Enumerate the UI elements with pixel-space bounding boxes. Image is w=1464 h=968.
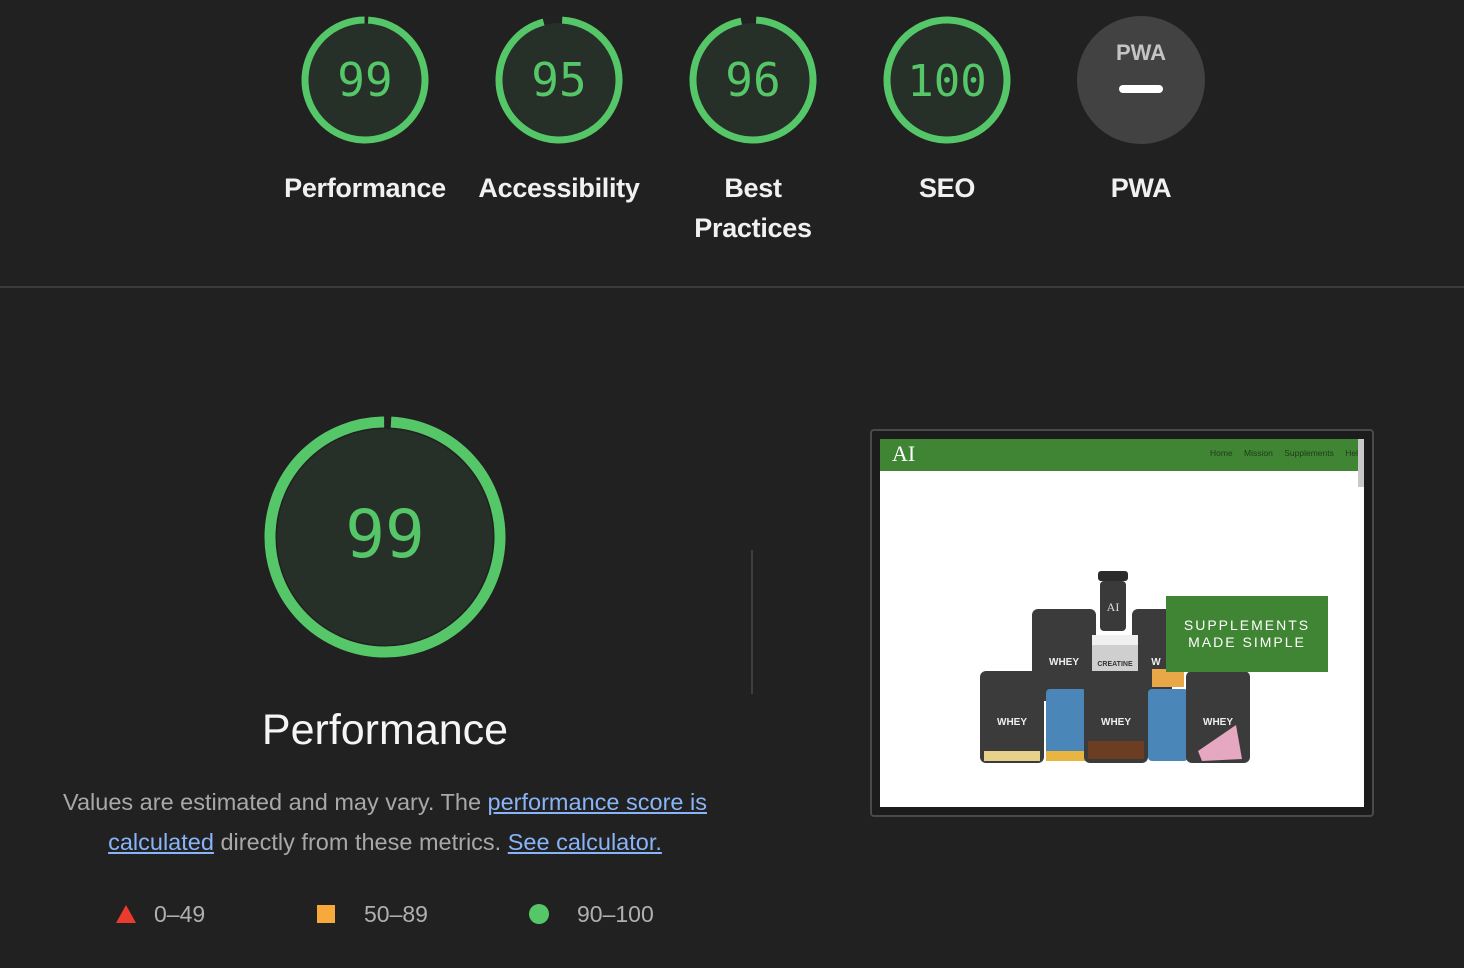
site-navbar: AI Home Mission Supplements Hel (880, 439, 1364, 471)
seo-label: SEO (918, 173, 976, 203)
see-calculator-link[interactable]: See calculator. (508, 829, 662, 855)
product-label-6: WHEY (1203, 717, 1233, 728)
site-logo: AI (892, 441, 916, 466)
gauge-performance[interactable]: 99 Performance (275, 14, 455, 208)
section-divider (0, 286, 1464, 288)
site-nav-mission: Mission (1244, 448, 1273, 458)
pwa-badge-icon: PWA (1077, 16, 1205, 144)
product-label-2: CREATINE (1097, 661, 1133, 668)
legend-pass: 90–100 (529, 896, 654, 932)
pwa-badge-text: PWA (1116, 40, 1166, 65)
site-hero-banner: SUPPLEMENTS MADE SIMPLE (1166, 596, 1328, 672)
seo-score: 100 (907, 56, 986, 107)
site-nav-links: Home Mission Supplements Hel (1201, 448, 1358, 458)
legend-pass-label: 90–100 (577, 900, 654, 927)
site-nav-supplements: Supplements (1284, 448, 1334, 458)
legend-average-label: 50–89 (364, 900, 428, 927)
performance-detail-title: Performance (261, 706, 509, 754)
final-screenshot[interactable]: AI Home Mission Supplements Hel AI WHEY … (870, 429, 1374, 817)
performance-score: 99 (337, 53, 392, 107)
product-label-4: WHEY (997, 717, 1027, 728)
gauge-pwa[interactable]: PWA PWA (1051, 14, 1231, 208)
category-gauges: 99 Performance 95 Accessibility 96 Best … (0, 0, 1464, 286)
performance-gauge-ring: 99 (301, 16, 429, 144)
best-practices-label: Best Practices (694, 173, 812, 243)
svg-text:AI: AI (1107, 600, 1120, 614)
accessibility-label: Accessibility (478, 173, 640, 203)
product-label-5: WHEY (1101, 717, 1131, 728)
score-legend: 0–49 50–89 90–100 (0, 896, 760, 936)
legend-fail: 0–49 (116, 896, 205, 932)
gauge-accessibility[interactable]: 95 Accessibility (469, 14, 649, 208)
seo-gauge-ring: 100 (883, 16, 1011, 144)
performance-detail-gauge: 99 (262, 414, 508, 665)
triangle-icon (116, 905, 136, 923)
screenshot-viewport: AI Home Mission Supplements Hel AI WHEY … (880, 439, 1364, 807)
site-nav-help: Hel (1345, 448, 1358, 458)
description-prefix: Values are estimated and may vary. The (63, 789, 488, 815)
gauge-best-practices[interactable]: 96 Best Practices (663, 14, 843, 248)
banner-line-1: SUPPLEMENTS (1183, 617, 1311, 633)
banner-line-2: MADE SIMPLE (1188, 634, 1306, 650)
performance-label: Performance (284, 173, 446, 203)
legend-fail-label: 0–49 (154, 900, 206, 927)
vertical-divider (751, 550, 753, 694)
best-practices-score: 96 (725, 53, 780, 107)
pwa-label: PWA (1110, 173, 1172, 203)
accessibility-gauge-ring: 95 (495, 16, 623, 144)
product-label-3: W (1151, 657, 1161, 668)
best-practices-gauge-ring: 96 (689, 16, 817, 144)
description-middle: directly from these metrics. (213, 829, 508, 855)
performance-detail-ring: 99 (264, 416, 506, 658)
screenshot-scrollbar (1358, 439, 1364, 487)
accessibility-score: 95 (531, 53, 586, 107)
square-icon (317, 905, 335, 923)
site-nav-home: Home (1209, 448, 1233, 458)
circle-icon (529, 904, 549, 924)
performance-detail-score: 99 (345, 496, 424, 573)
product-label-1: WHEY (1049, 657, 1079, 668)
performance-description: Values are estimated and may vary. The p… (40, 782, 730, 862)
gauge-seo[interactable]: 100 SEO (857, 14, 1037, 208)
legend-average: 50–89 (316, 896, 428, 932)
